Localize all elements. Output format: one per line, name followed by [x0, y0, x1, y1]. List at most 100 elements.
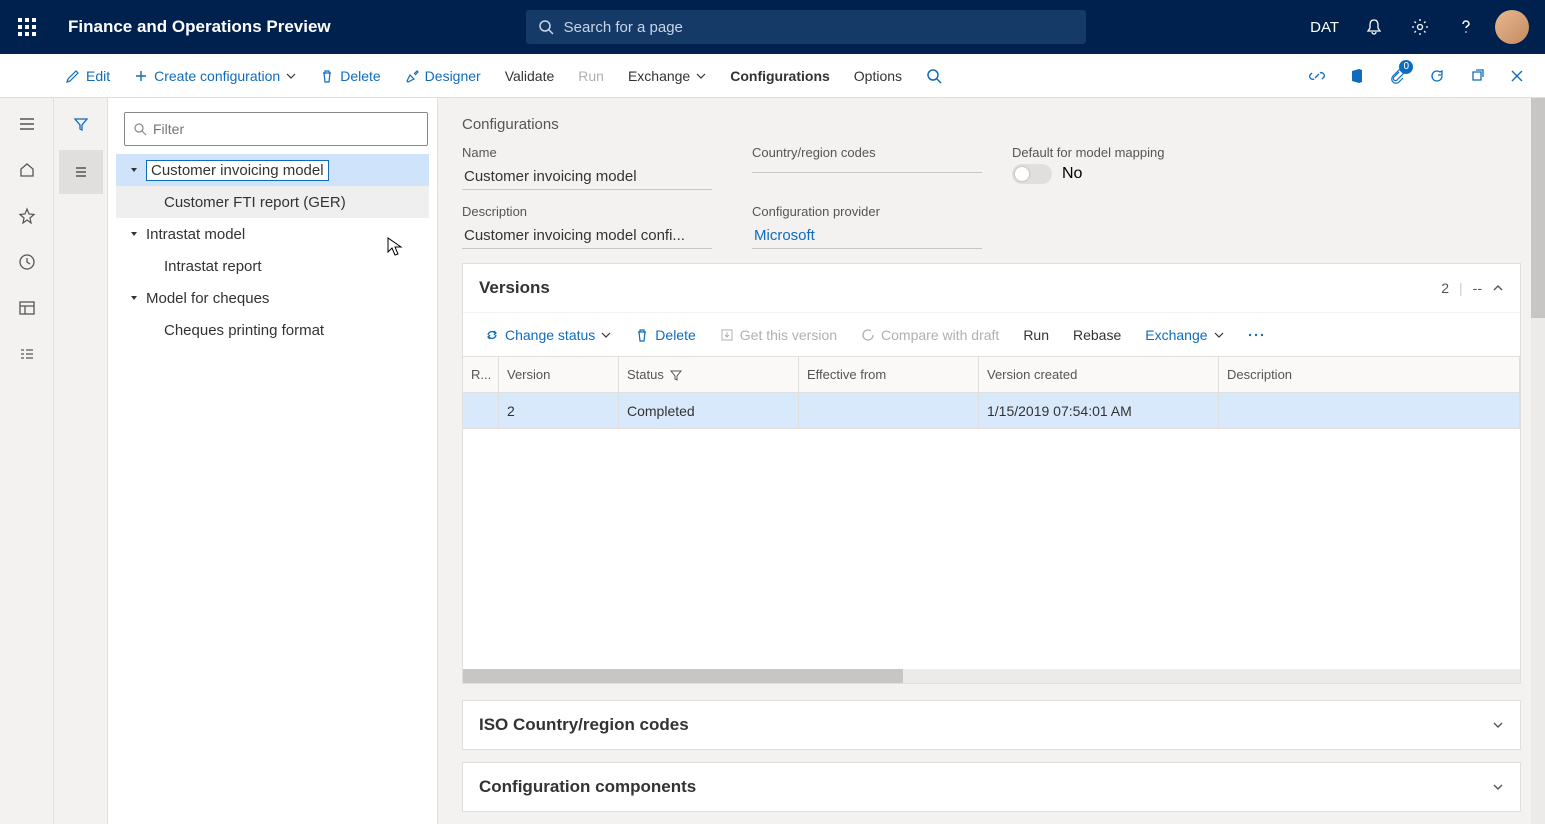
help-icon[interactable] — [1443, 0, 1489, 54]
tree-node-customer-invoicing-model[interactable]: Customer invoicing model — [116, 154, 429, 186]
user-avatar[interactable] — [1489, 0, 1535, 54]
name-value[interactable]: Customer invoicing model — [462, 164, 712, 190]
col-version-created[interactable]: Version created — [979, 357, 1219, 392]
search-placeholder: Search for a page — [564, 19, 683, 36]
attachments-icon[interactable]: 0 — [1377, 54, 1417, 98]
plus-icon — [134, 69, 148, 83]
default-model-label: Default for model mapping — [1012, 145, 1232, 160]
find-button[interactable] — [914, 54, 954, 98]
description-value[interactable]: Customer invoicing model confi... — [462, 223, 712, 249]
more-button[interactable] — [1236, 313, 1276, 357]
side-tabs — [54, 98, 108, 824]
change-status-button[interactable]: Change status — [473, 313, 623, 357]
tree-panel: Customer invoicing model Customer FTI re… — [108, 98, 438, 824]
delete-button[interactable]: Delete — [308, 54, 392, 98]
options-button[interactable]: Options — [842, 54, 914, 98]
default-model-value: No — [1062, 165, 1082, 183]
chevron-down-icon — [286, 71, 296, 81]
provider-value[interactable]: Microsoft — [752, 223, 982, 249]
versions-grid: R... Version Status Effective from Versi… — [463, 356, 1520, 683]
components-section[interactable]: Configuration components — [462, 762, 1521, 812]
tree-filter-input[interactable] — [153, 121, 419, 137]
exchange-button[interactable]: Exchange — [616, 54, 718, 98]
col-status[interactable]: Status — [619, 357, 799, 392]
refresh-icon[interactable] — [1417, 54, 1457, 98]
default-model-toggle[interactable] — [1012, 164, 1052, 184]
tree-node-customer-fti-report[interactable]: Customer FTI report (GER) — [116, 186, 429, 218]
app-launcher-icon[interactable] — [0, 0, 54, 54]
filter-icon[interactable] — [670, 369, 682, 381]
rebase-button[interactable]: Rebase — [1061, 313, 1133, 357]
run-button: Run — [566, 54, 616, 98]
company-picker[interactable]: DAT — [1298, 0, 1351, 54]
global-search[interactable]: Search for a page — [526, 10, 1086, 44]
chevron-up-icon[interactable] — [1492, 282, 1504, 294]
filter-tab[interactable] — [59, 102, 103, 146]
region-value[interactable] — [752, 164, 982, 173]
compare-button: Compare with draft — [849, 313, 1011, 357]
cell-version: 2 — [499, 393, 619, 428]
office-icon[interactable] — [1337, 54, 1377, 98]
cycle-icon — [485, 328, 499, 342]
designer-icon — [405, 69, 419, 83]
cell-status: Completed — [619, 393, 799, 428]
horizontal-scrollbar[interactable] — [463, 669, 1520, 683]
workspaces-icon[interactable] — [0, 286, 54, 330]
table-row[interactable]: 2 Completed 1/15/2019 07:54:01 AM — [463, 393, 1520, 429]
recent-icon[interactable] — [0, 240, 54, 284]
settings-icon[interactable] — [1397, 0, 1443, 54]
favorites-icon[interactable] — [0, 194, 54, 238]
tree-label: Cheques printing format — [164, 322, 324, 339]
page-heading: Configurations — [462, 116, 1521, 133]
edit-button[interactable]: Edit — [54, 54, 122, 98]
modules-icon[interactable] — [0, 332, 54, 376]
caret-down-icon[interactable] — [122, 293, 146, 303]
designer-label: Designer — [425, 68, 481, 84]
name-label: Name — [462, 145, 712, 160]
tree-filter[interactable] — [124, 112, 428, 146]
configurations-tab[interactable]: Configurations — [718, 54, 842, 98]
attachment-badge: 0 — [1399, 60, 1413, 74]
tree-node-cheques-printing-format[interactable]: Cheques printing format — [116, 314, 429, 346]
refresh-icon — [861, 328, 875, 342]
list-tab[interactable] — [59, 150, 103, 194]
top-header: Finance and Operations Preview Search fo… — [0, 0, 1545, 54]
caret-down-icon[interactable] — [122, 165, 146, 175]
link-icon[interactable] — [1297, 54, 1337, 98]
tree-node-model-for-cheques[interactable]: Model for cheques — [116, 282, 429, 314]
home-icon[interactable] — [0, 148, 54, 192]
download-icon — [720, 328, 734, 342]
notifications-icon[interactable] — [1351, 0, 1397, 54]
tree-node-intrastat-report[interactable]: Intrastat report — [116, 250, 429, 282]
hamburger-icon[interactable] — [0, 102, 54, 146]
col-version[interactable]: Version — [499, 357, 619, 392]
tree-node-intrastat-model[interactable]: Intrastat model — [116, 218, 429, 250]
provider-label: Configuration provider — [752, 204, 972, 219]
exchange-label: Exchange — [628, 68, 690, 84]
create-configuration-button[interactable]: Create configuration — [122, 54, 308, 98]
col-r[interactable]: R... — [463, 357, 499, 392]
search-icon — [538, 19, 554, 35]
vertical-scrollbar[interactable] — [1531, 98, 1545, 824]
designer-button[interactable]: Designer — [393, 54, 493, 98]
run-version-button[interactable]: Run — [1011, 313, 1061, 357]
description-label: Description — [462, 204, 712, 219]
delete-version-button[interactable]: Delete — [623, 313, 707, 357]
chevron-down-icon — [1492, 781, 1504, 793]
pencil-icon — [66, 69, 80, 83]
nav-rail — [0, 98, 54, 824]
region-label: Country/region codes — [752, 145, 972, 160]
iso-section[interactable]: ISO Country/region codes — [462, 700, 1521, 750]
popout-icon[interactable] — [1457, 54, 1497, 98]
col-description[interactable]: Description — [1219, 357, 1520, 392]
validate-button[interactable]: Validate — [493, 54, 567, 98]
close-icon[interactable] — [1497, 54, 1537, 98]
search-icon — [133, 122, 147, 136]
col-effective-from[interactable]: Effective from — [799, 357, 979, 392]
caret-down-icon[interactable] — [122, 229, 146, 239]
versions-count: 2 — [1441, 280, 1449, 296]
search-icon — [926, 68, 942, 84]
edit-label: Edit — [86, 68, 110, 84]
exchange-version-button[interactable]: Exchange — [1133, 313, 1235, 357]
iso-title: ISO Country/region codes — [479, 715, 689, 735]
